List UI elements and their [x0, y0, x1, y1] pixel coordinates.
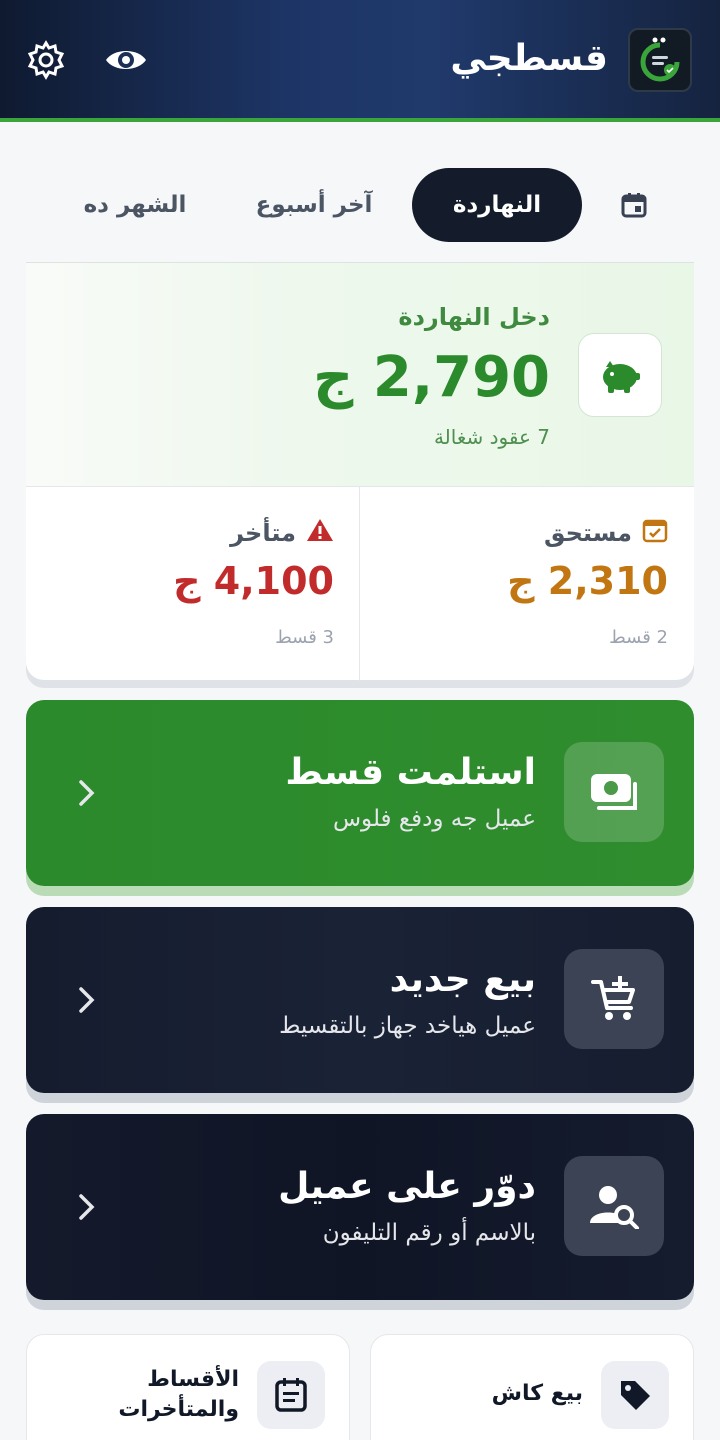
- stat-due-currency: ج: [507, 559, 535, 603]
- warning-icon: [306, 517, 334, 549]
- calendar-check-icon: [642, 517, 668, 549]
- income-card: دخل النهاردة 2,790 ج 7 عقود شغالة: [26, 262, 694, 486]
- installments-label: الأقساط والمتأخرات: [118, 1367, 239, 1422]
- calendar-icon[interactable]: [612, 168, 656, 242]
- stat-late-currency: ج: [173, 559, 201, 603]
- piggy-bank-icon: [578, 333, 662, 417]
- stat-due-amount: 2,310 ج: [507, 559, 668, 603]
- chevron-left-icon: [74, 985, 100, 1015]
- search-customer-subtitle: بالاسم أو رقم التليفون: [322, 1220, 536, 1246]
- income-label: دخل النهاردة: [398, 303, 550, 331]
- active-contracts: 7 عقود شغالة: [433, 425, 550, 449]
- stats-card: مستحق 2,310 ج 2 قسط متأخر 4,100 ج 3 قسط: [26, 486, 694, 681]
- cart-add-icon: [564, 949, 664, 1049]
- stat-late-header: متأخر: [230, 517, 334, 549]
- stat-due-header: مستحق: [544, 517, 668, 549]
- receive-installment-title: استلمت قسط: [285, 752, 536, 793]
- installments-tile[interactable]: الأقساط والمتأخرات: [26, 1334, 350, 1440]
- tab-this-month[interactable]: الشهر ده: [80, 168, 190, 242]
- income-currency: ج: [313, 345, 354, 410]
- search-customer-title: دوّر على عميل: [278, 1166, 536, 1207]
- stat-late-count: 3 قسط: [275, 627, 334, 648]
- app-header: قسطجي: [0, 0, 720, 122]
- gear-icon[interactable]: [24, 38, 68, 82]
- chevron-left-icon: [74, 1192, 100, 1222]
- app-logo: [628, 28, 692, 92]
- app-title: قسطجي: [450, 38, 608, 79]
- income-amount-value: 2,790: [372, 345, 550, 410]
- receive-installment-button[interactable]: استلمت قسط عميل جه ودفع فلوس: [26, 700, 694, 886]
- stat-due-amount-value: 2,310: [547, 559, 668, 603]
- tag-icon: [601, 1361, 669, 1429]
- stat-due-label: مستحق: [543, 519, 632, 547]
- eye-icon[interactable]: [104, 38, 148, 82]
- new-sale-subtitle: عميل هياخد جهاز بالتقسيط: [279, 1013, 536, 1039]
- cash-icon: [564, 742, 664, 842]
- new-sale-button[interactable]: بيع جديد عميل هياخد جهاز بالتقسيط: [26, 907, 694, 1093]
- stat-due[interactable]: مستحق 2,310 ج 2 قسط: [360, 487, 694, 681]
- stat-late-label: متأخر: [230, 519, 296, 547]
- tab-last-week[interactable]: آخر أسبوع: [254, 168, 374, 242]
- chevron-left-icon: [74, 778, 100, 808]
- search-customer-button[interactable]: دوّر على عميل بالاسم أو رقم التليفون: [26, 1114, 694, 1300]
- stat-due-count: 2 قسط: [609, 627, 668, 648]
- receive-installment-subtitle: عميل جه ودفع فلوس: [332, 806, 536, 832]
- cash-sale-label: بيع كاش: [491, 1381, 583, 1406]
- stat-late-amount: 4,100 ج: [173, 559, 334, 603]
- income-amount: 2,790 ج: [313, 345, 550, 410]
- new-sale-title: بيع جديد: [389, 959, 536, 1000]
- cash-sale-tile[interactable]: بيع كاش: [370, 1334, 694, 1440]
- user-search-icon: [564, 1156, 664, 1256]
- stat-late-amount-value: 4,100: [213, 559, 334, 603]
- list-calendar-icon: [257, 1361, 325, 1429]
- stat-late[interactable]: متأخر 4,100 ج 3 قسط: [26, 487, 360, 681]
- tab-today[interactable]: النهاردة: [412, 168, 582, 242]
- period-tabs: النهاردة آخر أسبوع الشهر ده: [0, 168, 720, 242]
